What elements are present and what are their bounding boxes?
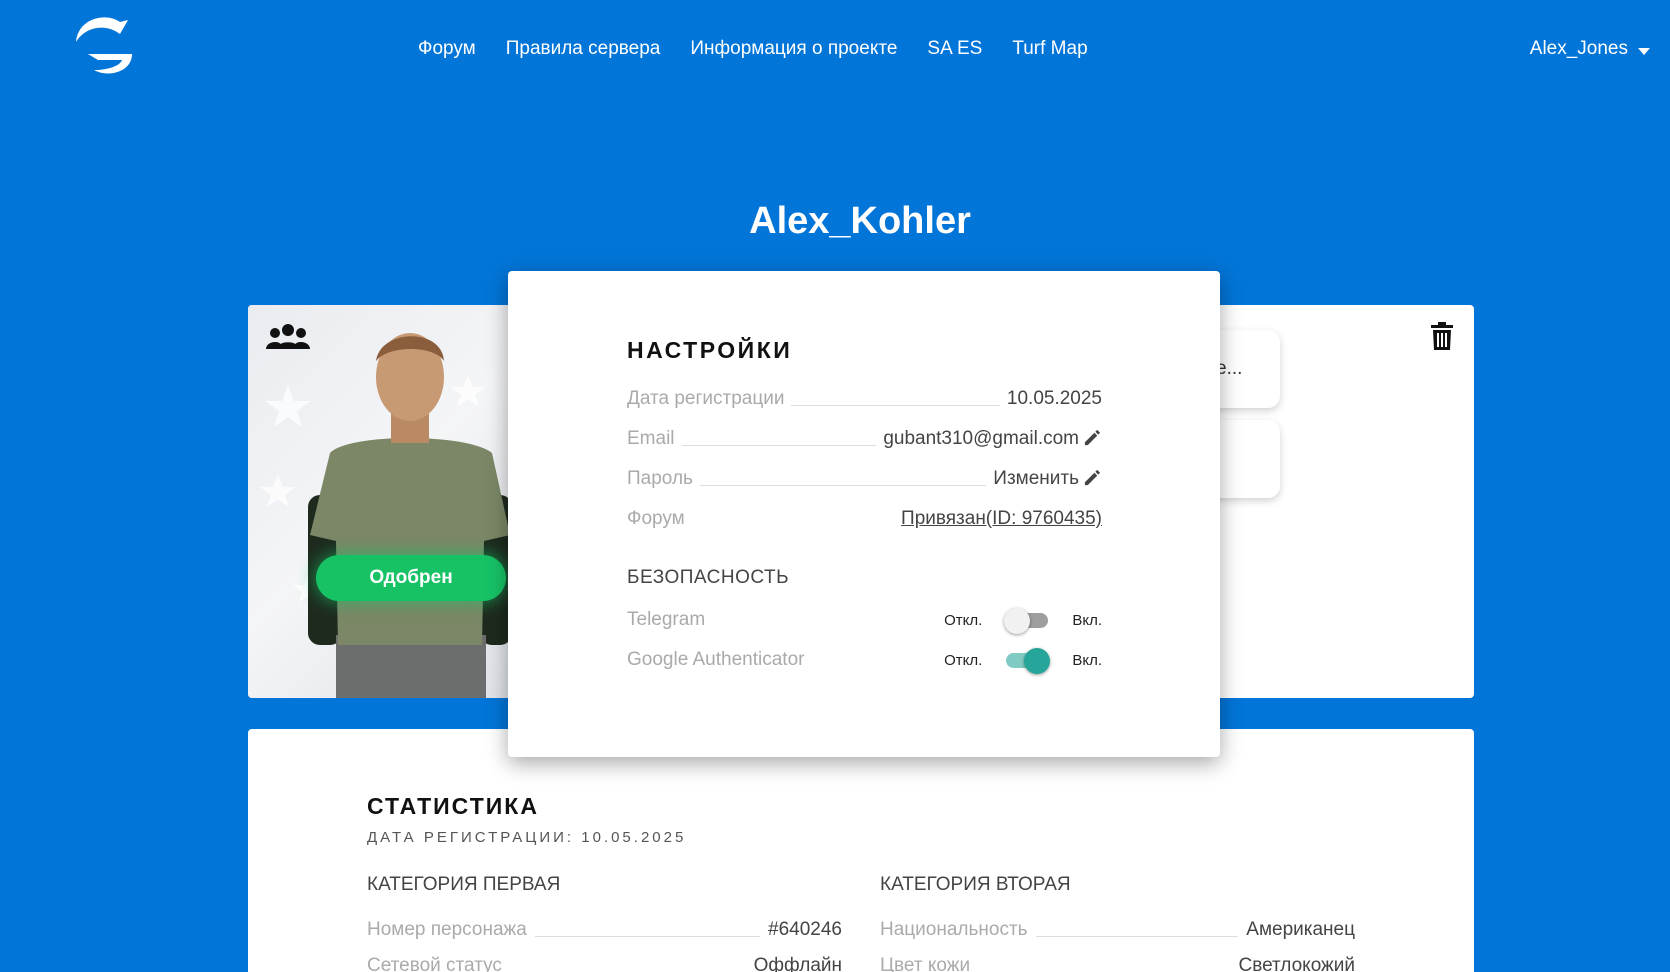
nav-link-sa-es[interactable]: SA ES — [927, 38, 982, 60]
chevron-down-icon — [1638, 47, 1650, 55]
security-title: БЕЗОПАСНОСТЬ — [627, 567, 790, 588]
google-authenticator-row: Google Authenticator Откл. Вкл. — [627, 646, 1102, 674]
logo-icon[interactable] — [68, 8, 140, 80]
page-title: Alex_Kohler — [749, 200, 971, 242]
nav-link-server-rules[interactable]: Правила сервера — [506, 38, 661, 60]
dotted-divider — [699, 485, 987, 486]
stat-value: Светлокожий — [1238, 955, 1355, 972]
group-icon — [266, 324, 310, 349]
stat-row: Номер персонажа #640246 — [367, 919, 842, 941]
telegram-row: Telegram Откл. Вкл. — [627, 606, 1102, 634]
stat-label: Цвет кожи — [880, 955, 971, 972]
settings-modal: НАСТРОЙКИ Дата регистрации 10.05.2025 Em… — [508, 271, 1220, 757]
nav-link-forum[interactable]: Форум — [418, 38, 476, 60]
user-menu[interactable]: Alex_Jones — [1530, 38, 1650, 60]
trash-icon[interactable] — [1430, 322, 1454, 350]
stat-value: #640246 — [768, 919, 842, 940]
main-nav: Форум Правила сервера Информация о проек… — [418, 38, 1088, 60]
forum-row: Форум Привязан(ID: 9760435) — [627, 508, 1102, 530]
password-row: Пароль Изменить — [627, 468, 1102, 490]
stat-row: Сетевой статус Оффлайн — [367, 955, 842, 972]
stat-value: Оффлайн — [753, 955, 842, 972]
edit-email-pencil-icon[interactable] — [1083, 428, 1102, 447]
email-value: gubant310@gmail.com — [883, 428, 1079, 449]
on-label: Вкл. — [1072, 611, 1102, 629]
nav-link-project-info[interactable]: Информация о проекте — [690, 38, 897, 60]
stat-row: Цвет кожи Светлокожий — [880, 955, 1355, 972]
character-image — [260, 333, 508, 698]
character-avatar: Одобрен — [248, 305, 508, 698]
forum-label: Форум — [627, 508, 685, 529]
stat-label: Сетевой статус — [367, 955, 502, 972]
password-label: Пароль — [627, 468, 693, 489]
category-two-title: КАТЕГОРИЯ ВТОРАЯ — [880, 874, 1071, 895]
stats-card: СТАТИСТИКА ДАТА РЕГИСТРАЦИИ: 10.05.2025 … — [248, 729, 1474, 972]
change-password-link[interactable]: Изменить — [993, 468, 1079, 490]
stat-value: Американец — [1246, 919, 1355, 940]
settings-title: НАСТРОЙКИ — [627, 337, 793, 363]
stat-label: Номер персонажа — [367, 919, 527, 940]
email-label: Email — [627, 428, 675, 449]
google-authenticator-toggle[interactable] — [1004, 646, 1051, 674]
stat-label: Национальность — [880, 919, 1028, 940]
dotted-divider — [1035, 936, 1239, 937]
approved-status-badge: Одобрен — [316, 555, 506, 601]
registration-date-label: Дата регистрации — [627, 388, 785, 409]
stats-title: СТАТИСТИКА — [367, 793, 539, 819]
nav-link-turf-map[interactable]: Turf Map — [1012, 38, 1087, 60]
forum-linked-link[interactable]: Привязан(ID: 9760435) — [901, 508, 1102, 530]
stats-subtitle: ДАТА РЕГИСТРАЦИИ: 10.05.2025 — [367, 829, 687, 846]
email-row: Email gubant310@gmail.com — [627, 428, 1102, 450]
registration-date-value: 10.05.2025 — [1006, 388, 1102, 409]
user-name: Alex_Jones — [1529, 38, 1628, 59]
off-label: Откл. — [944, 651, 983, 669]
edit-password-pencil-icon[interactable] — [1083, 468, 1102, 487]
dotted-divider — [791, 405, 1000, 406]
dotted-divider — [681, 445, 877, 446]
google-authenticator-label: Google Authenticator — [627, 649, 805, 670]
registration-date-row: Дата регистрации 10.05.2025 — [627, 388, 1102, 410]
telegram-toggle[interactable] — [1004, 606, 1050, 634]
category-one-title: КАТЕГОРИЯ ПЕРВАЯ — [367, 874, 561, 895]
stat-row: Национальность Американец — [880, 919, 1355, 941]
telegram-label: Telegram — [627, 609, 706, 630]
on-label: Вкл. — [1072, 651, 1102, 669]
off-label: Откл. — [944, 611, 983, 629]
dotted-divider — [534, 936, 761, 937]
